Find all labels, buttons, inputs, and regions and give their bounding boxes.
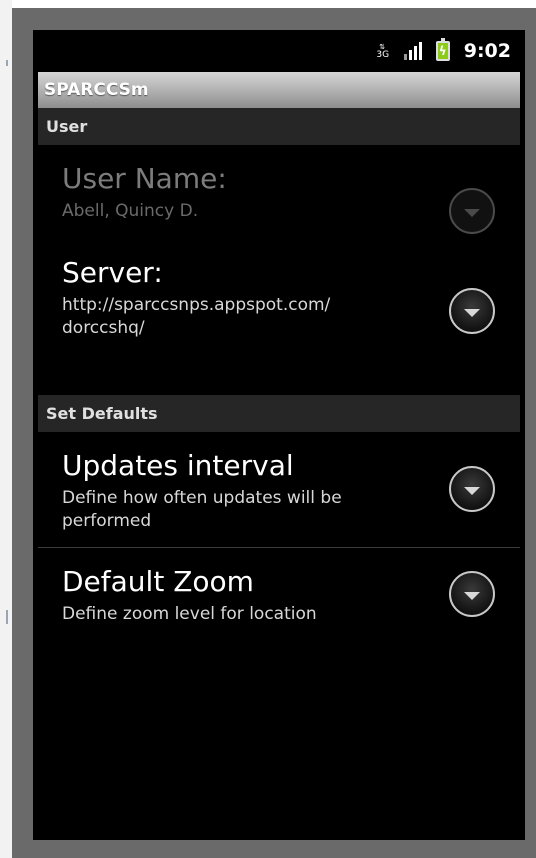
preferences-list: User User Name: Abell, Quincy D. Server:… bbox=[38, 108, 520, 648]
dropdown-arrow-icon[interactable] bbox=[449, 571, 495, 617]
pref-title: User Name: bbox=[62, 162, 227, 195]
status-clock: 9:02 bbox=[463, 40, 511, 62]
pref-title: Default Zoom bbox=[62, 565, 254, 598]
pref-title: Server: bbox=[62, 256, 163, 289]
pref-user-name: User Name: Abell, Quincy D. bbox=[38, 145, 520, 252]
status-icons: ⇅ 3G ϟ 9:02 bbox=[376, 38, 511, 62]
pref-updates-interval[interactable]: Updates interval Define how often update… bbox=[38, 432, 520, 547]
dropdown-arrow-icon[interactable] bbox=[449, 288, 495, 334]
dropdown-arrow-icon bbox=[449, 188, 495, 234]
app-title: SPARCCSm bbox=[44, 80, 149, 100]
pref-server[interactable]: Server: http://sparccsnps.appspot.com/ d… bbox=[38, 252, 520, 395]
edge-mark bbox=[6, 60, 8, 66]
pref-title: Updates interval bbox=[62, 449, 294, 482]
phone-screen: ⇅ 3G ϟ 9:02 SPARCCSm User User Name: Abe… bbox=[33, 30, 525, 840]
battery-charging-icon: ϟ bbox=[435, 38, 450, 61]
pref-summary: Abell, Quincy D. bbox=[62, 201, 199, 221]
pref-summary: Define how often updates will be perform… bbox=[62, 488, 342, 531]
edge-mark bbox=[6, 610, 8, 624]
charging-bolt-icon: ϟ bbox=[438, 44, 447, 58]
network-type-label: 3G bbox=[376, 50, 390, 60]
dropdown-arrow-icon[interactable] bbox=[449, 466, 495, 512]
pref-default-zoom[interactable]: Default Zoom Define zoom level for locat… bbox=[38, 548, 520, 648]
signal-strength-icon bbox=[403, 42, 422, 60]
data-activity-icon: ⇅ 3G bbox=[376, 43, 390, 60]
window-edge bbox=[0, 0, 12, 858]
pref-summary: Define zoom level for location bbox=[62, 604, 317, 624]
section-header-set-defaults: Set Defaults bbox=[38, 395, 520, 432]
section-header-user: User bbox=[38, 108, 520, 145]
status-bar: ⇅ 3G ϟ 9:02 bbox=[33, 30, 525, 72]
app-title-bar: SPARCCSm bbox=[38, 72, 520, 108]
pref-summary: http://sparccsnps.appspot.com/ dorccshq/ bbox=[62, 295, 331, 338]
